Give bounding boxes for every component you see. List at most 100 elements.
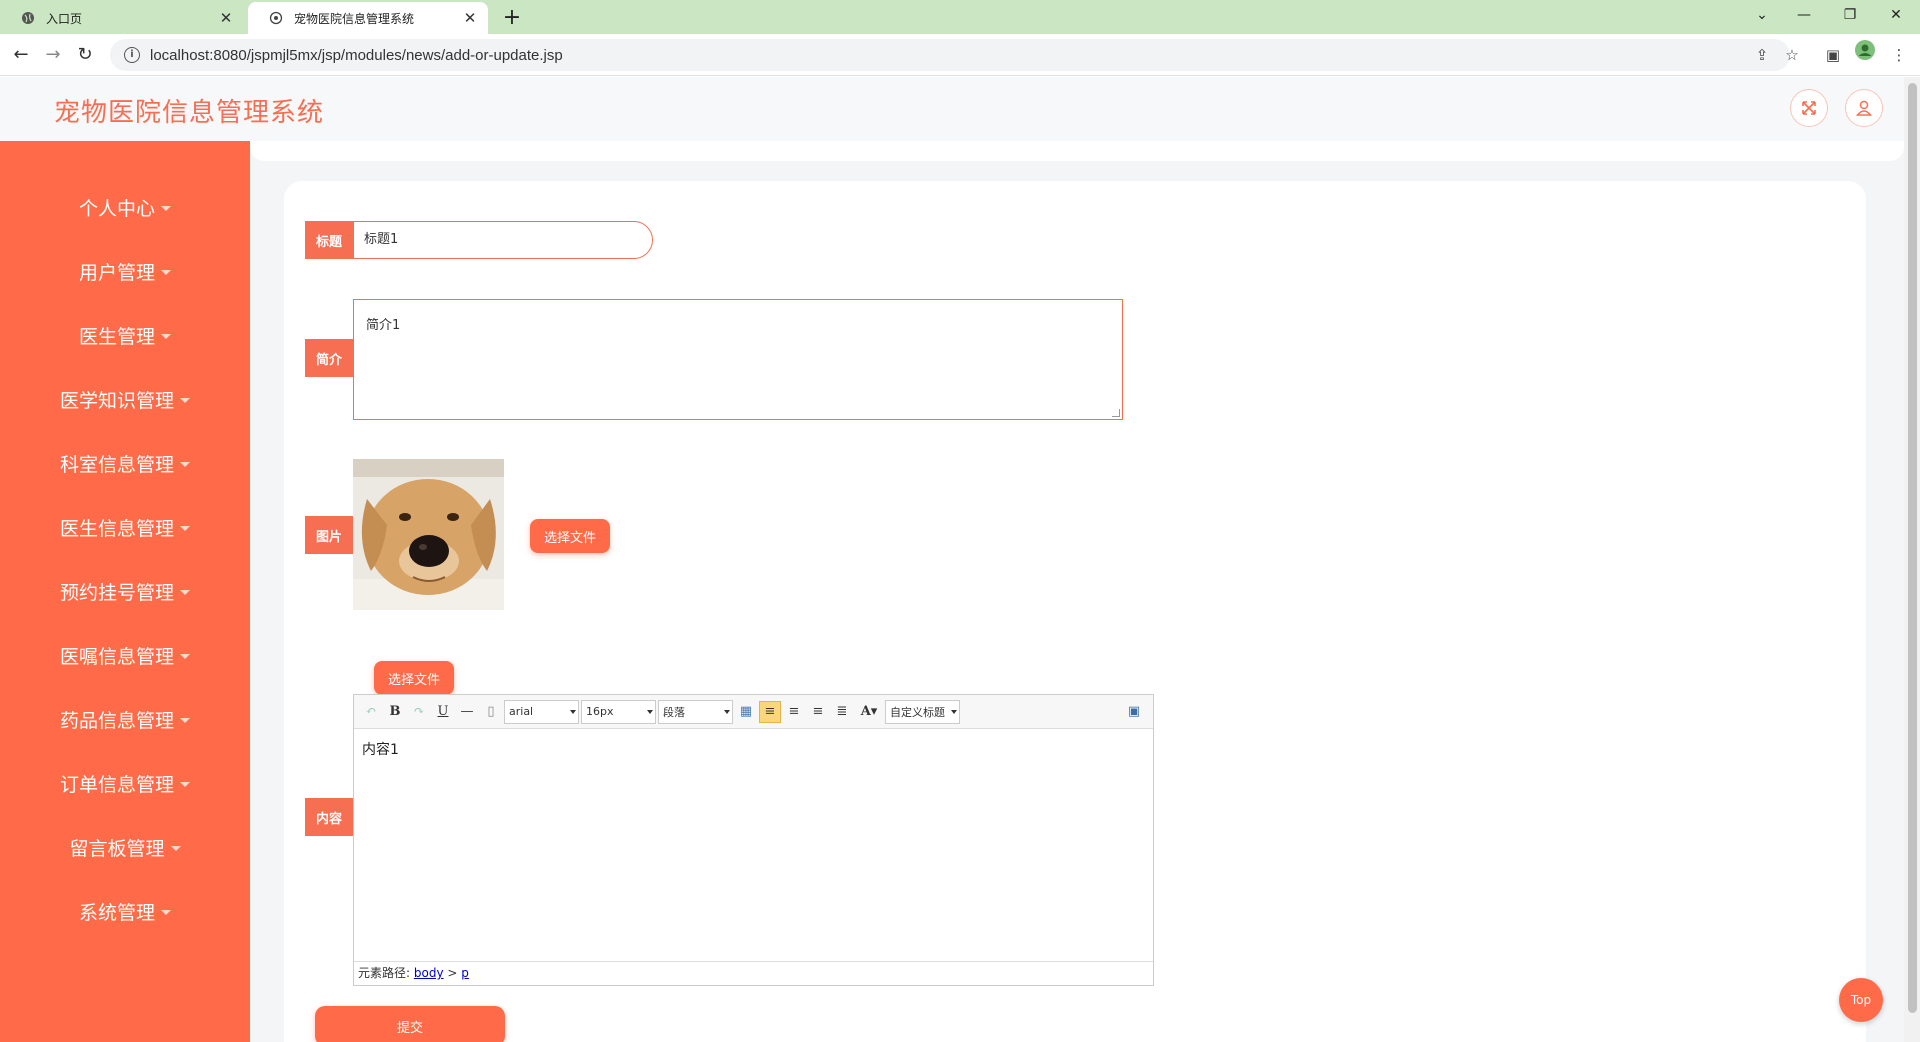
path-body-link[interactable]: body bbox=[414, 966, 444, 980]
sidebar-item-message-board[interactable]: 留言板管理 bbox=[0, 815, 250, 879]
align-center-icon[interactable]: ≡ bbox=[807, 701, 829, 723]
sidebar-item-medical-orders[interactable]: 医嘱信息管理 bbox=[0, 623, 250, 687]
caret-down-icon bbox=[180, 525, 190, 531]
sidebar-item-system-management[interactable]: 系统管理 bbox=[0, 879, 250, 943]
title-input[interactable]: 标题1 bbox=[353, 221, 653, 259]
path-separator: > bbox=[447, 966, 458, 980]
font-family-value: arial bbox=[509, 705, 534, 718]
address-bar: ← → ↻ i localhost:8080/jspmjl5mx/jsp/mod… bbox=[0, 34, 1920, 76]
new-tab-button[interactable]: + bbox=[498, 4, 526, 32]
rich-text-editor[interactable]: ↶ B ↷ U — ▯ arial 16px 段落 ▦ ≡ ≡ ≡ ≣ A▾ 自… bbox=[353, 694, 1154, 986]
title-label: 标题 bbox=[305, 221, 353, 259]
scrollbar-thumb[interactable] bbox=[1908, 83, 1917, 1013]
content-label: 内容 bbox=[305, 798, 353, 836]
caret-down-icon bbox=[161, 205, 171, 211]
font-size-select[interactable]: 16px bbox=[581, 699, 656, 724]
sidebar-item-doctor-management[interactable]: 医生管理 bbox=[0, 303, 250, 367]
dog-photo bbox=[353, 459, 504, 610]
underline-icon[interactable]: U bbox=[432, 701, 454, 723]
browser-tab-entry[interactable]: 入口页 ✕ bbox=[0, 2, 244, 34]
sidebar-item-medicine-info[interactable]: 药品信息管理 bbox=[0, 687, 250, 751]
image-label: 图片 bbox=[305, 516, 353, 554]
fullscreen-button[interactable] bbox=[1791, 90, 1827, 126]
user-button[interactable] bbox=[1846, 90, 1882, 126]
side-panel-icon[interactable]: ▣ bbox=[1818, 40, 1848, 70]
sidebar-item-label: 留言板管理 bbox=[69, 837, 165, 860]
sidebar-item-label: 医学知识管理 bbox=[59, 389, 174, 412]
sidebar-item-medical-knowledge[interactable]: 医学知识管理 bbox=[0, 367, 250, 431]
font-family-select[interactable]: arial bbox=[504, 699, 579, 724]
align-right-icon[interactable]: ≡ bbox=[783, 701, 805, 723]
custom-title-select[interactable]: 自定义标题 bbox=[885, 699, 960, 724]
align-left-icon[interactable]: ≡ bbox=[759, 700, 781, 723]
sidebar-item-label: 医嘱信息管理 bbox=[59, 645, 174, 668]
site-shield-icon bbox=[268, 10, 284, 26]
caret-down-icon bbox=[180, 717, 190, 723]
close-tab-icon[interactable]: ✕ bbox=[218, 9, 234, 27]
tab-search-icon[interactable]: ⌄ bbox=[1742, 0, 1782, 30]
page-scrollbar[interactable] bbox=[1904, 77, 1920, 1042]
sidebar-item-doctor-info[interactable]: 医生信息管理 bbox=[0, 495, 250, 559]
align-justify-icon[interactable]: ≣ bbox=[831, 701, 853, 723]
browser-menu-icon[interactable]: ⋮ bbox=[1884, 40, 1914, 70]
path-prefix: 元素路径: bbox=[358, 966, 411, 980]
editor-body[interactable]: 内容1 bbox=[354, 729, 1153, 959]
content-choose-file-button[interactable]: 选择文件 bbox=[374, 661, 454, 695]
sidebar-item-personal-center[interactable]: 个人中心 bbox=[0, 175, 250, 239]
bookmark-star-icon[interactable]: ☆ bbox=[1777, 40, 1807, 70]
app-title: 宠物医院信息管理系统 bbox=[54, 98, 325, 128]
caret-down-icon bbox=[180, 461, 190, 467]
summary-textarea[interactable]: 简介1 bbox=[353, 299, 1123, 420]
sidebar-item-label: 科室信息管理 bbox=[59, 453, 174, 476]
url-field[interactable]: i localhost:8080/jspmjl5mx/jsp/modules/n… bbox=[110, 39, 1790, 71]
back-arrow-icon[interactable]: ← bbox=[6, 40, 36, 70]
sidebar-item-label: 个人中心 bbox=[78, 197, 155, 220]
font-size-value: 16px bbox=[586, 705, 614, 718]
caret-down-icon bbox=[170, 845, 181, 851]
editor-paragraph: 内容1 bbox=[362, 742, 399, 758]
path-p-link[interactable]: p bbox=[461, 966, 469, 980]
profile-avatar-icon[interactable] bbox=[1850, 40, 1880, 70]
sidebar-item-user-management[interactable]: 用户管理 bbox=[0, 239, 250, 303]
back-to-top-button[interactable]: Top bbox=[1839, 978, 1883, 1022]
undo-icon[interactable]: ↶ bbox=[360, 701, 382, 723]
share-icon[interactable]: ⇪ bbox=[1747, 40, 1777, 70]
paste-plain-icon[interactable]: ▯ bbox=[480, 701, 502, 723]
tab-title: 宠物医院信息管理系统 bbox=[294, 11, 415, 26]
site-info-icon[interactable]: i bbox=[124, 47, 140, 63]
caret-down-icon bbox=[161, 269, 171, 275]
table-icon[interactable]: ▦ bbox=[735, 701, 757, 723]
submit-button[interactable]: 提交 bbox=[315, 1006, 505, 1042]
redo-icon[interactable]: ↷ bbox=[408, 701, 430, 723]
dropdown-arrow-icon bbox=[951, 709, 957, 714]
browser-tab-app[interactable]: 宠物医院信息管理系统 ✕ bbox=[248, 2, 488, 34]
sidebar-item-appointment[interactable]: 预约挂号管理 bbox=[0, 559, 250, 623]
choose-image-button[interactable]: 选择文件 bbox=[530, 519, 610, 553]
horizontal-rule-icon[interactable]: — bbox=[456, 701, 478, 723]
bold-icon[interactable]: B bbox=[384, 701, 406, 723]
url-text: localhost:8080/jspmjl5mx/jsp/modules/new… bbox=[150, 46, 563, 64]
sidebar-item-order-info[interactable]: 订单信息管理 bbox=[0, 751, 250, 815]
font-color-icon[interactable]: A▾ bbox=[855, 701, 883, 723]
tab-title: 入口页 bbox=[46, 11, 83, 26]
close-tab-icon[interactable]: ✕ bbox=[462, 9, 478, 27]
sidebar-item-label: 用户管理 bbox=[78, 261, 155, 284]
minimize-button[interactable]: — bbox=[1784, 0, 1824, 30]
close-window-button[interactable]: ✕ bbox=[1876, 0, 1916, 30]
forward-arrow-icon[interactable]: → bbox=[38, 40, 68, 70]
reload-icon[interactable]: ↻ bbox=[70, 40, 100, 70]
caret-down-icon bbox=[180, 589, 190, 595]
dropdown-arrow-icon bbox=[647, 709, 653, 714]
resize-grip-icon[interactable] bbox=[1112, 409, 1120, 417]
caret-down-icon bbox=[180, 781, 190, 787]
paragraph-select[interactable]: 段落 bbox=[658, 699, 733, 724]
fullscreen-editor-icon[interactable]: ▣ bbox=[1123, 701, 1145, 723]
browser-tab-bar: 入口页 ✕ 宠物医院信息管理系统 ✕ + ⌄ — ❐ ✕ bbox=[0, 0, 1920, 34]
sidebar-item-department-info[interactable]: 科室信息管理 bbox=[0, 431, 250, 495]
dropdown-arrow-icon bbox=[570, 709, 576, 714]
editor-toolbar: ↶ B ↷ U — ▯ arial 16px 段落 ▦ ≡ ≡ ≡ ≣ A▾ 自… bbox=[354, 695, 1153, 729]
restore-button[interactable]: ❐ bbox=[1830, 0, 1870, 30]
caret-down-icon bbox=[180, 397, 190, 403]
custom-title-value: 自定义标题 bbox=[890, 705, 945, 719]
globe-icon bbox=[20, 10, 36, 26]
